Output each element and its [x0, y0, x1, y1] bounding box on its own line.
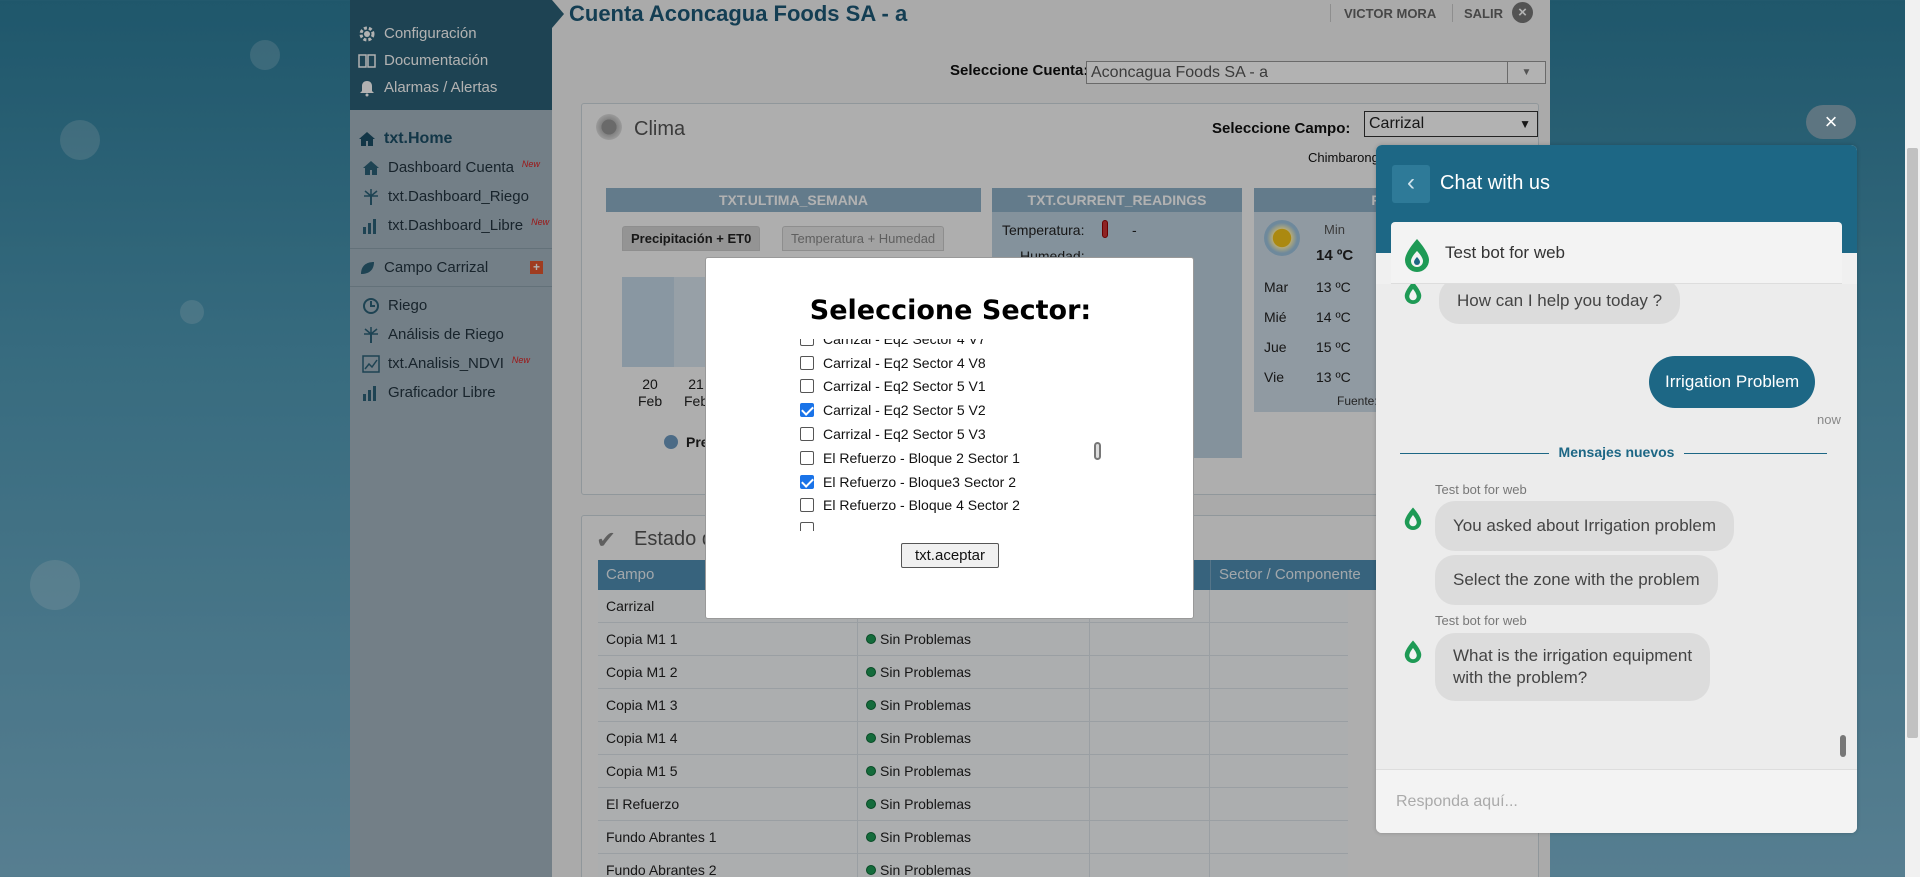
- sector-option[interactable]: Carrizal - Eq2 Sector 5 V3: [800, 422, 1100, 446]
- sector-label: Carrizal - Eq2 Sector 4 V7: [823, 339, 986, 347]
- sector-checkbox[interactable]: [800, 339, 814, 346]
- sector-label: Carrizal - Eq2 Sector 5 V3: [823, 426, 986, 443]
- chat-title: Chat with us: [1440, 172, 1551, 194]
- sector-checkbox[interactable]: [800, 498, 814, 513]
- sector-checkbox[interactable]: [800, 522, 814, 531]
- sector-list[interactable]: Carrizal - Eq2 Sector 4 V7 Carrizal - Eq2…: [800, 339, 1100, 531]
- sector-label: Carrizal - Eq2 Sector 5 V2: [823, 402, 986, 419]
- sector-label: Carrizal - Eq2 Sector 4 V8: [823, 354, 986, 371]
- sector-option[interactable]: Carrizal - Eq2 Sector 4 V8: [800, 351, 1100, 375]
- sector-checkbox[interactable]: [800, 450, 814, 465]
- bot-header: Test bot for web: [1391, 222, 1842, 284]
- bot-message: How can I help you today ?: [1439, 278, 1681, 324]
- scrollbar-thumb[interactable]: [1907, 148, 1918, 738]
- bot-message: What is the irrigation equipment with the…: [1435, 633, 1711, 701]
- bot-message: Select the zone with the problem: [1435, 555, 1718, 605]
- sector-option[interactable]: El Refuerzo - Bloque 2 Sector 1: [800, 446, 1100, 470]
- sector-label: El Refuerzo - Bloque 2 Sector 1: [823, 449, 1020, 466]
- sector-checkbox[interactable]: [800, 355, 814, 370]
- sector-modal: Seleccione Sector: Carrizal - Eq2 Sector…: [705, 257, 1194, 619]
- sector-option[interactable]: Carrizal - Eq2 Sector 5 V2: [800, 398, 1100, 422]
- sector-checkbox[interactable]: [800, 427, 814, 442]
- chat-input[interactable]: Responda aquí...: [1376, 769, 1857, 833]
- sector-checkbox[interactable]: [800, 379, 814, 394]
- message-sender: Test bot for web: [1435, 482, 1527, 497]
- sector-label: El Refuerzo - Bloque 4 Sector 2: [823, 497, 1020, 514]
- sector-option[interactable]: Carrizal - Eq2 Sector 4 V7: [800, 339, 1100, 351]
- bot-avatar: [1401, 639, 1425, 663]
- page-scrollbar[interactable]: [1905, 0, 1920, 877]
- sector-checkbox[interactable]: [800, 474, 814, 489]
- scrollbar-thumb[interactable]: [1094, 442, 1101, 460]
- chat-messages: How can I help you today ? Irrigation Pr…: [1376, 278, 1857, 774]
- sector-option[interactable]: [800, 517, 1100, 531]
- user-message: Irrigation Problem: [1649, 356, 1816, 408]
- bot-name: Test bot for web: [1445, 242, 1566, 262]
- accept-button[interactable]: txt.aceptar: [901, 543, 999, 568]
- message-time: now: [1817, 412, 1841, 427]
- new-messages-label: Mensajes nuevos: [1376, 444, 1857, 460]
- sector-option[interactable]: El Refuerzo - Bloque 4 Sector 2: [800, 494, 1100, 518]
- bot-avatar: [1401, 506, 1425, 530]
- sector-checkbox[interactable]: [800, 403, 814, 418]
- back-arrow-icon[interactable]: ‹: [1392, 165, 1430, 203]
- modal-title: Seleccione Sector:: [809, 295, 1092, 326]
- sector-label: El Refuerzo - Bloque3 Sector 2: [823, 473, 1016, 490]
- message-sender: Test bot for web: [1435, 613, 1527, 628]
- scrollbar-thumb[interactable]: [1840, 735, 1846, 757]
- bot-message: You asked about Irrigation problem: [1435, 501, 1735, 551]
- chat-widget: ‹ Chat with us How can I help you today …: [1376, 145, 1857, 833]
- sector-label: Carrizal - Eq2 Sector 5 V1: [823, 378, 986, 395]
- bot-logo-icon: [1401, 237, 1433, 272]
- sector-option[interactable]: El Refuerzo - Bloque3 Sector 2: [800, 470, 1100, 494]
- sector-option[interactable]: Carrizal - Eq2 Sector 5 V1: [800, 375, 1100, 399]
- chat-close-button[interactable]: ×: [1806, 105, 1856, 139]
